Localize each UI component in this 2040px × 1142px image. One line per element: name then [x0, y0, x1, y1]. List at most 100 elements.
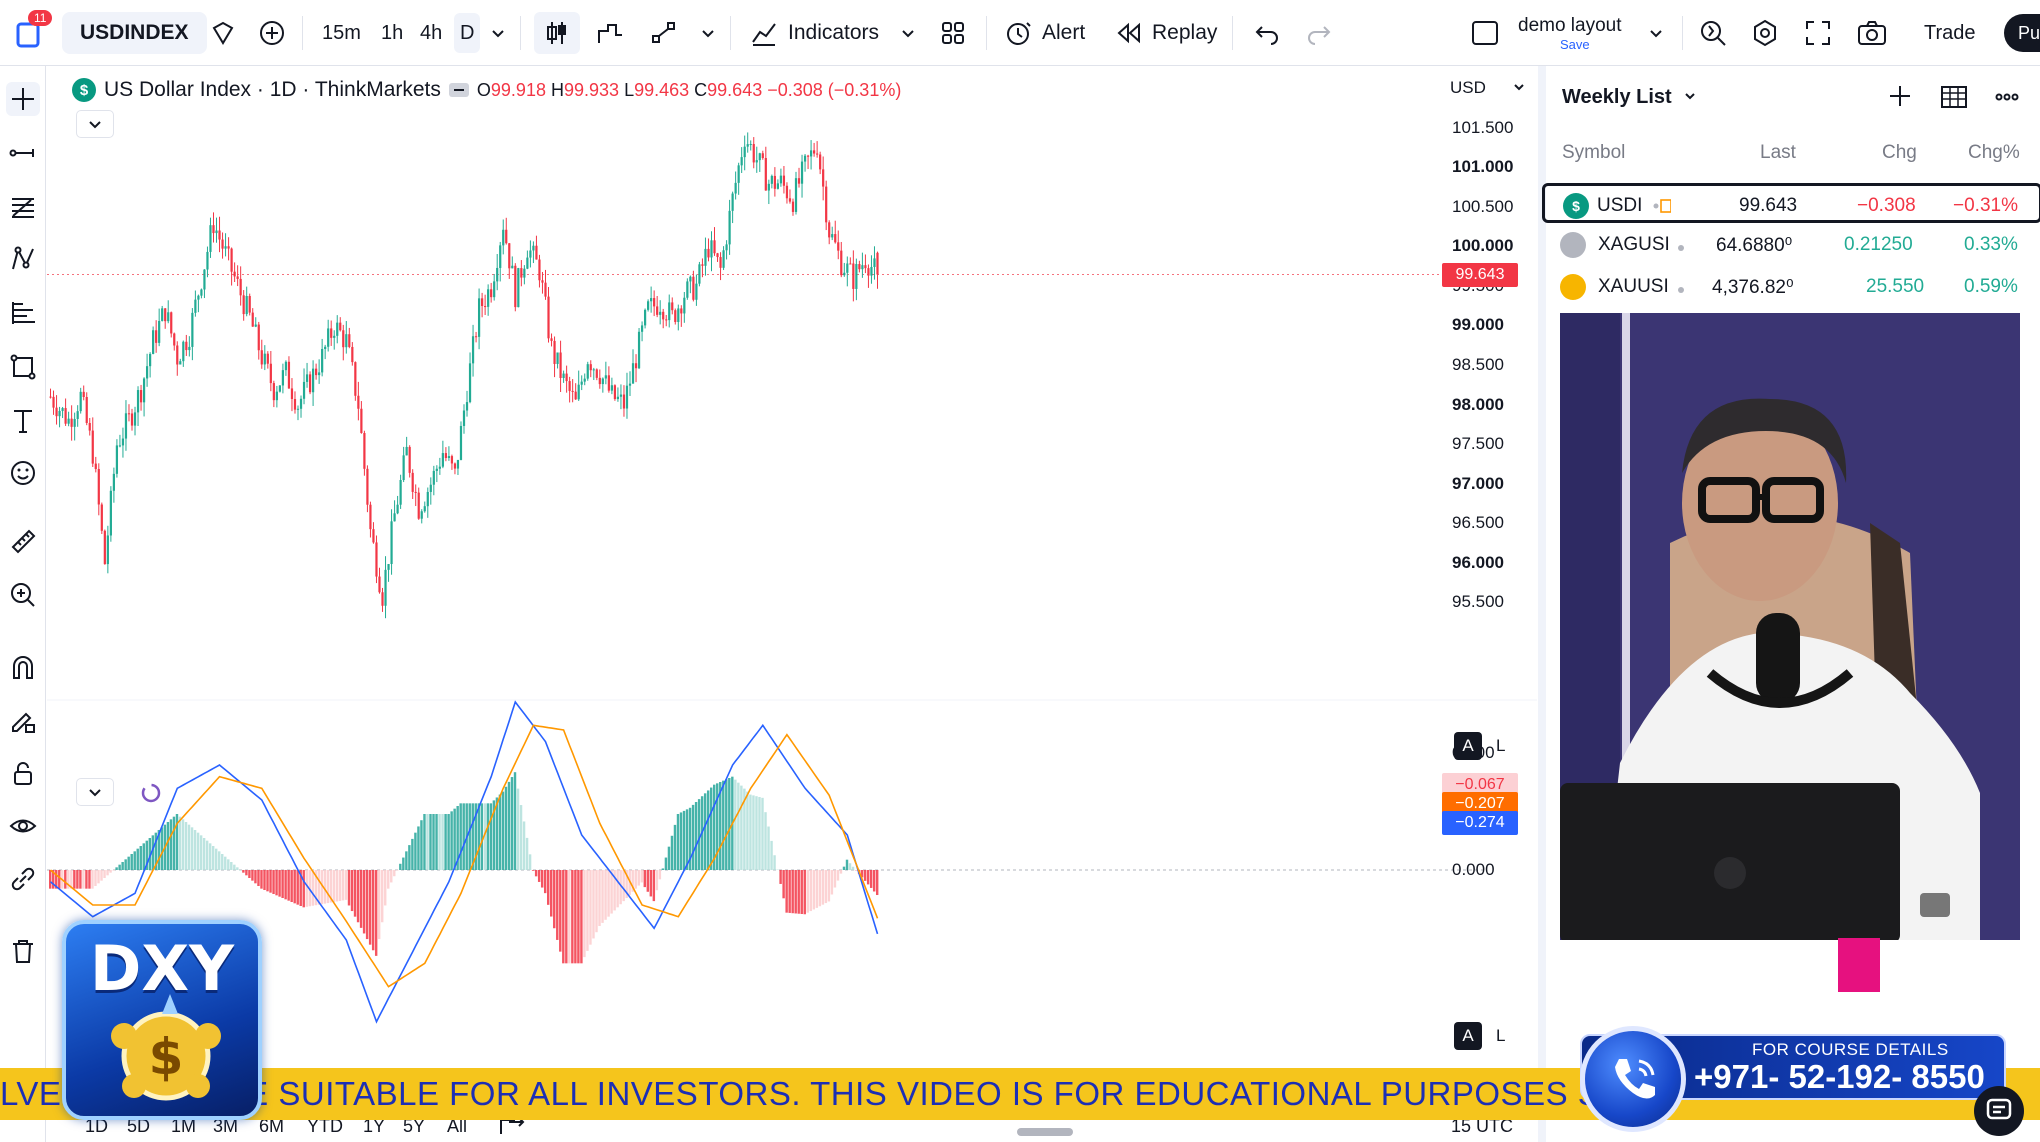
candle-body	[188, 346, 191, 351]
candle-body	[520, 268, 523, 278]
interval-4h[interactable]: 4h	[420, 0, 442, 66]
camera-icon[interactable]	[1856, 0, 1888, 66]
trend-line-icon[interactable]	[6, 136, 40, 170]
log-scale-button[interactable]: L	[1496, 736, 1505, 756]
candle-body	[870, 266, 873, 276]
compare-symbol-icon[interactable]	[258, 0, 286, 66]
watchlist-toggle-icon[interactable]	[210, 0, 236, 66]
line-chart-type-icon[interactable]	[596, 0, 624, 66]
chart-canvas[interactable]	[47, 66, 1537, 1066]
macd-histogram-bar	[818, 870, 822, 907]
settings-gear-icon[interactable]	[1750, 0, 1780, 66]
indicators-label: Indicators	[788, 21, 880, 44]
hide-drawings-eye-icon[interactable]	[6, 810, 40, 844]
advanced-view-icon[interactable]	[1940, 84, 1968, 117]
column-chg-percent[interactable]: Chg%	[1968, 142, 2020, 164]
fullscreen-icon[interactable]	[1804, 0, 1832, 66]
candle-body	[155, 330, 158, 343]
macd-histogram-bar	[664, 857, 668, 870]
app-logo-button[interactable]: 11	[6, 0, 53, 66]
candle-body	[67, 418, 70, 424]
symbol-search-button[interactable]: USDINDEX	[62, 12, 207, 54]
trade-button[interactable]: Trade	[1924, 0, 1978, 66]
macd-collapse-button[interactable]	[76, 778, 114, 806]
macd-histogram-bar	[76, 870, 79, 889]
interval-d[interactable]: D	[454, 13, 481, 53]
lock-icon[interactable]	[6, 756, 40, 790]
ruler-icon[interactable]	[6, 524, 40, 558]
emoji-icon[interactable]	[6, 456, 40, 490]
interval-1h[interactable]: 1h	[381, 0, 403, 66]
candle-body	[490, 289, 493, 298]
indicators-button[interactable]: Indicators	[750, 0, 879, 66]
trash-icon[interactable]	[6, 934, 40, 968]
layout-checkbox-icon[interactable]	[1470, 0, 1500, 66]
zoom-in-icon[interactable]	[6, 578, 40, 612]
macd-histogram-bar	[773, 855, 776, 870]
symbol-badge-icon: $	[72, 78, 96, 102]
link-icon[interactable]	[6, 862, 40, 896]
macd-histogram-bar	[673, 824, 677, 870]
watchlist-title[interactable]: Weekly List	[1562, 86, 1697, 109]
indicators-dropdown-icon[interactable]	[900, 0, 916, 66]
forecast-icon[interactable]	[6, 296, 40, 330]
macd-histogram-bar	[417, 826, 420, 870]
watchlist-row-xagusd[interactable]: XAGUSI 64.6880⁰ 0.21250 0.33%	[1542, 225, 2040, 265]
candle-body	[782, 175, 786, 186]
column-last[interactable]: Last	[1760, 142, 1796, 164]
chart-type-dropdown-icon[interactable]	[700, 0, 716, 66]
candle-body	[52, 396, 55, 408]
top-toolbar: 11 USDINDEX 15m 1h 4h D Indicators Alert	[0, 0, 2040, 66]
macd-histogram-bar	[260, 870, 263, 889]
macd-histogram-bar	[384, 870, 387, 906]
auto-scale-button[interactable]: A	[1454, 732, 1482, 760]
lock-drawing-pencil-icon[interactable]	[6, 704, 40, 738]
quick-search-icon[interactable]	[1698, 0, 1728, 66]
magnet-icon[interactable]	[6, 650, 40, 684]
interval-dropdown-icon[interactable]	[490, 0, 506, 66]
chart-pane[interactable]	[47, 66, 1537, 1066]
macd-histogram-bar	[842, 866, 846, 870]
chat-icon[interactable]	[1974, 1086, 2024, 1136]
column-symbol[interactable]: Symbol	[1562, 142, 1625, 164]
add-symbol-icon[interactable]	[1888, 84, 1912, 115]
currency-selector[interactable]: USD	[1450, 78, 1525, 98]
price-axis-label: 96.000	[1452, 552, 1504, 572]
interval-15m[interactable]: 15m	[322, 0, 361, 66]
publish-button[interactable]: Pu	[2004, 14, 2040, 52]
rectangle-shape-icon[interactable]	[6, 350, 40, 384]
macd-histogram-bar	[106, 870, 109, 876]
watchlist-row-xauusd[interactable]: XAUUSI 4,376.82⁰ 25.550 0.59%	[1542, 267, 2040, 307]
more-options-icon[interactable]	[1994, 84, 2020, 117]
legend-collapse-button[interactable]	[76, 110, 114, 138]
candle-body	[650, 298, 653, 302]
alert-button[interactable]: Alert	[1004, 0, 1085, 66]
candle-body	[336, 322, 339, 336]
legend-title[interactable]: US Dollar Index · 1D · ThinkMarkets	[104, 78, 441, 102]
candles-chart-type-icon[interactable]	[534, 12, 580, 54]
crosshair-icon[interactable]	[6, 82, 40, 116]
column-chg[interactable]: Chg	[1882, 142, 1917, 164]
drawing-chart-type-icon[interactable]	[650, 0, 678, 66]
candle-body	[716, 253, 719, 258]
templates-grid-icon[interactable]	[940, 0, 966, 66]
macd-histogram-bar	[341, 870, 345, 901]
candle-body	[82, 391, 85, 397]
macd-histogram-bar	[408, 845, 411, 870]
candle-body	[643, 309, 647, 326]
fib-retracement-icon[interactable]	[6, 190, 40, 224]
undo-icon[interactable]	[1254, 0, 1280, 66]
redo-icon[interactable]	[1306, 0, 1332, 66]
auto-scale-button[interactable]: A	[1454, 1022, 1482, 1050]
layout-menu-button[interactable]: demo layout Save	[1518, 0, 1622, 66]
pattern-icon[interactable]	[6, 242, 40, 276]
candle-body	[100, 504, 103, 531]
replay-button[interactable]: Replay	[1116, 0, 1217, 66]
layout-dropdown-icon[interactable]	[1648, 0, 1664, 66]
scroll-handle[interactable]	[1017, 1128, 1073, 1136]
macd-histogram-bar	[872, 870, 876, 892]
log-scale-button[interactable]: L	[1496, 1026, 1505, 1046]
text-tool-icon[interactable]	[6, 404, 40, 438]
watchlist-row-usdindex[interactable]: $ USDI 99.643 −0.308 −0.31%	[1542, 183, 2040, 223]
row-symbol: USDI	[1597, 195, 1643, 216]
